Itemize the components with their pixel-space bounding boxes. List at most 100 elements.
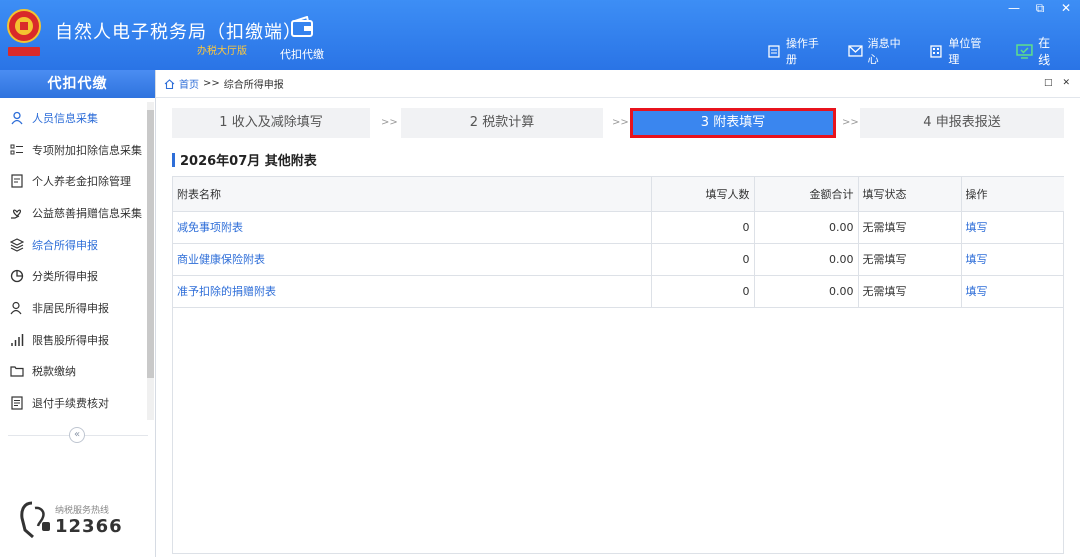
panel-controls: □ ✕ bbox=[1044, 78, 1070, 88]
sidebar-item-personnel-info[interactable]: 人员信息采集 bbox=[0, 102, 146, 134]
sidebar-item-donation[interactable]: 公益慈善捐赠信息采集 bbox=[0, 197, 146, 229]
sidebar-item-restricted-stock[interactable]: 限售股所得申报 bbox=[0, 324, 146, 356]
nonresident-icon bbox=[10, 301, 22, 315]
sidebar-item-refund-fee[interactable]: 退付手续费核对 bbox=[0, 387, 146, 419]
sidebar-item-label: 退付手续费核对 bbox=[32, 397, 109, 411]
table-header-row: 附表名称 填写人数 金额合计 填写状态 操作 bbox=[173, 177, 1064, 212]
schedule-name-link[interactable]: 准予扣除的捐赠附表 bbox=[173, 275, 652, 308]
sidebar-item-comprehensive-income[interactable]: 综合所得申报 bbox=[0, 229, 146, 261]
step-income-entry[interactable]: 1 收入及减除填写 bbox=[172, 108, 370, 138]
sidebar-menu: 人员信息采集 专项附加扣除信息采集 个人养老金扣除管理 公益慈善捐赠信息采集 综… bbox=[0, 102, 146, 419]
module-label: 代扣代缴 bbox=[280, 48, 324, 61]
sidebar-item-classified-income[interactable]: 分类所得申报 bbox=[0, 260, 146, 292]
close-icon[interactable]: ✕ bbox=[1060, 1, 1072, 16]
layers-icon bbox=[10, 237, 24, 252]
app-title: 自然人电子税务局（扣缴端） bbox=[55, 22, 302, 43]
schedule-name-link[interactable]: 商业健康保险附表 bbox=[173, 243, 652, 276]
person-icon bbox=[11, 111, 23, 125]
step-wizard: 1 收入及减除填写 >> 2 税款计算 >> 3 附表填写 >> 4 申报表报送 bbox=[172, 108, 1064, 138]
step-submit-report[interactable]: 4 申报表报送 bbox=[860, 108, 1064, 138]
table-row: 准予扣除的捐赠附表 0 0.00 无需填写 填写 bbox=[173, 275, 1064, 308]
amount-total: 0.00 bbox=[754, 243, 859, 276]
sidebar-item-special-deduction[interactable]: 专项附加扣除信息采集 bbox=[0, 134, 146, 166]
sidebar-scrollbar[interactable] bbox=[147, 102, 154, 420]
sidebar-item-label: 限售股所得申报 bbox=[32, 333, 109, 347]
minimize-icon[interactable]: — bbox=[1008, 1, 1020, 16]
top-links: 操作手册 消息中心 单位管理 在线 bbox=[767, 34, 1080, 68]
table-row: 商业健康保险附表 0 0.00 无需填写 填写 bbox=[173, 243, 1064, 276]
fill-count: 0 bbox=[651, 211, 755, 244]
maximize-panel-icon[interactable]: □ bbox=[1044, 78, 1053, 88]
main-panel: 首页 >> 综合所得申报 □ ✕ 1 收入及减除填写 >> 2 税款计算 >> … bbox=[156, 70, 1080, 557]
col-header-amount[interactable]: 金额合计 bbox=[754, 177, 859, 212]
stock-icon bbox=[11, 333, 24, 346]
fill-status: 无需填写 bbox=[858, 243, 962, 276]
restore-icon[interactable]: ⧉ bbox=[1034, 1, 1046, 16]
sidebar-item-label: 专项附加扣除信息采集 bbox=[32, 143, 142, 157]
sidebar-item-pension[interactable]: 个人养老金扣除管理 bbox=[0, 165, 146, 197]
step-schedule-entry[interactable]: 3 附表填写 bbox=[630, 108, 836, 138]
sidebar-item-nonresident[interactable]: 非居民所得申报 bbox=[0, 292, 146, 324]
sidebar: 代扣代缴 人员信息采集 专项附加扣除信息采集 个人养老金扣除管理 公益慈善捐赠信… bbox=[0, 70, 156, 557]
sidebar-item-label: 公益慈善捐赠信息采集 bbox=[32, 206, 142, 220]
schedule-name-link[interactable]: 减免事项附表 bbox=[173, 211, 652, 244]
fill-action-link[interactable]: 填写 bbox=[961, 243, 1064, 276]
pie-icon bbox=[10, 270, 24, 283]
breadcrumb-separator: >> bbox=[203, 78, 220, 89]
breadcrumb-current: 综合所得申报 bbox=[223, 80, 284, 91]
amount-total: 0.00 bbox=[754, 211, 859, 244]
link-manual-label: 操作手册 bbox=[785, 37, 819, 66]
hotline-label: 纳税服务热线 bbox=[55, 506, 110, 516]
building-icon bbox=[930, 44, 943, 58]
link-messages-label: 消息中心 bbox=[867, 37, 901, 66]
step-arrow: >> bbox=[381, 117, 398, 128]
col-header-status[interactable]: 填写状态 bbox=[858, 177, 962, 212]
col-header-count[interactable]: 填写人数 bbox=[651, 177, 755, 212]
sidebar-item-label: 个人养老金扣除管理 bbox=[32, 175, 131, 189]
table-row: 减免事项附表 0 0.00 无需填写 填写 bbox=[173, 211, 1064, 244]
link-manual[interactable]: 操作手册 bbox=[767, 34, 830, 68]
folder-icon bbox=[10, 366, 24, 377]
sidebar-item-label: 分类所得申报 bbox=[32, 270, 98, 284]
module-withholding[interactable]: 代扣代缴 bbox=[278, 16, 326, 62]
pension-icon bbox=[11, 174, 23, 188]
breadcrumb: 首页 >> 综合所得申报 bbox=[156, 70, 1080, 98]
wallet-icon bbox=[291, 16, 313, 37]
link-messages[interactable]: 消息中心 bbox=[848, 34, 912, 68]
online-status-label: 在线 bbox=[1038, 36, 1051, 67]
section-marker bbox=[172, 152, 175, 167]
close-panel-icon[interactable]: ✕ bbox=[1062, 78, 1070, 88]
scrollbar-thumb[interactable] bbox=[147, 110, 154, 378]
sidebar-item-label: 综合所得申报 bbox=[32, 238, 98, 252]
link-unit-management[interactable]: 单位管理 bbox=[929, 34, 992, 68]
app-header: 自然人电子税务局（扣缴端） 办税大厅版 代扣代缴 — ⧉ ✕ 操作手册 消息中心… bbox=[0, 0, 1080, 70]
manual-icon bbox=[768, 44, 780, 58]
section-title: 2026年07月 其他附表 bbox=[172, 150, 317, 169]
fill-status: 无需填写 bbox=[858, 275, 962, 308]
step-arrow: >> bbox=[612, 117, 629, 128]
step-tax-calculation[interactable]: 2 税款计算 bbox=[401, 108, 603, 138]
sidebar-item-label: 人员信息采集 bbox=[32, 111, 98, 125]
list-icon bbox=[10, 144, 23, 155]
step-arrow: >> bbox=[842, 117, 859, 128]
window-controls: — ⧉ ✕ bbox=[1008, 1, 1072, 16]
collapse-sidebar-button[interactable]: « bbox=[69, 427, 85, 443]
amount-total: 0.00 bbox=[754, 275, 859, 308]
link-unit-management-label: 单位管理 bbox=[948, 37, 982, 66]
col-header-action: 操作 bbox=[961, 177, 1064, 212]
hotline: 纳税服务热线 12366 bbox=[18, 500, 123, 540]
fill-status: 无需填写 bbox=[858, 211, 962, 244]
sidebar-item-label: 非居民所得申报 bbox=[32, 301, 109, 315]
fill-action-link[interactable]: 填写 bbox=[961, 211, 1064, 244]
breadcrumb-home[interactable]: 首页 bbox=[179, 76, 199, 91]
sidebar-item-tax-payment[interactable]: 税款缴纳 bbox=[0, 356, 146, 388]
online-status[interactable]: 在线 bbox=[1016, 34, 1062, 68]
doc-icon bbox=[11, 396, 23, 410]
fill-action-link[interactable]: 填写 bbox=[961, 275, 1064, 308]
sidebar-title: 代扣代缴 bbox=[0, 70, 155, 98]
tax-emblem-logo bbox=[7, 9, 41, 56]
col-header-name[interactable]: 附表名称 bbox=[173, 177, 652, 212]
donation-icon bbox=[11, 209, 22, 219]
home-icon[interactable] bbox=[164, 78, 175, 89]
hotline-number: 12366 bbox=[55, 516, 123, 537]
